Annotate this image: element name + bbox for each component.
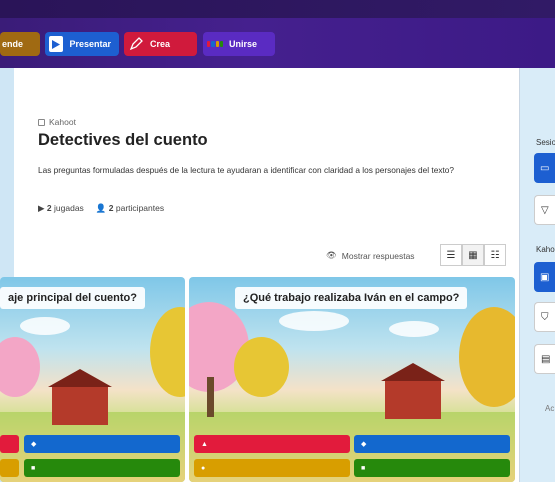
barn-roof-shape xyxy=(48,369,112,387)
aprende-button[interactable]: ende xyxy=(0,32,40,56)
plays-label: jugadas xyxy=(54,203,84,213)
grid-view-icon: ▦ xyxy=(468,249,478,261)
plays-count: 2 xyxy=(46,203,52,213)
answer-green: ■ xyxy=(24,459,180,477)
breadcrumb-label: Kahoot xyxy=(49,117,76,127)
answer-blue: ◆ xyxy=(354,435,510,453)
show-answers-toggle[interactable]: 👁 Mostrar respuestas xyxy=(326,250,415,261)
aprende-label: ende xyxy=(2,39,24,49)
barn-shape xyxy=(52,387,108,425)
pen-icon xyxy=(128,36,144,52)
plays-stat: ▶ 2 jugadas xyxy=(38,203,84,214)
question-text: ¿Qué trabajo realizaba Iván en el campo? xyxy=(235,287,468,309)
square-icon: ■ xyxy=(31,464,36,472)
answer-yellow: ● xyxy=(194,459,350,477)
cloud-shape xyxy=(20,317,70,335)
unirse-button[interactable]: Unirse xyxy=(203,32,275,56)
barn-roof-shape xyxy=(381,363,445,381)
square-icon: ■ xyxy=(361,464,366,472)
participant-icon: 👤 xyxy=(95,203,107,213)
grid-view-button[interactable]: ▦ xyxy=(462,244,484,266)
participants-label: participantes xyxy=(115,203,165,213)
screen-icon: ▭ xyxy=(540,162,550,174)
participants-count: 2 xyxy=(108,203,114,213)
cloud-shape xyxy=(389,321,439,337)
circle-icon: ● xyxy=(201,464,206,472)
document-icon: ▤ xyxy=(541,353,551,365)
sidebar-section-more: Ac xyxy=(545,404,555,413)
kahoot-icon xyxy=(38,118,45,126)
share-button[interactable]: ⛉ xyxy=(534,302,555,332)
answer-yellow xyxy=(0,459,19,477)
diamond-icon: ◆ xyxy=(361,441,367,448)
participants-stat: 👤 2 participantes xyxy=(96,203,164,214)
play-count-icon: ▶ xyxy=(38,203,45,213)
view-mode-switcher: ☰ ▦ ☷ xyxy=(440,244,506,266)
answer-red xyxy=(0,435,19,453)
answer-red: ▲ xyxy=(194,435,350,453)
question-card[interactable]: aje principal del cuento? ◆ ■ xyxy=(0,277,185,482)
triangle-icon: ▲ xyxy=(201,440,208,448)
list-view-button[interactable]: ☰ xyxy=(440,244,462,266)
kahoot-action-button[interactable]: ▣ xyxy=(534,262,555,292)
barn-shape xyxy=(385,381,441,419)
detail-view-button[interactable]: ☷ xyxy=(484,244,506,266)
detail-view-icon: ☷ xyxy=(490,249,500,261)
filter-icon: ▽ xyxy=(541,204,549,216)
breadcrumb[interactable]: Kahoot xyxy=(38,117,76,127)
kahoot-stats: ▶ 2 jugadas 👤 2 participantes xyxy=(38,203,164,214)
tree-trunk-shape xyxy=(207,377,214,417)
present-icon: ▣ xyxy=(540,271,550,283)
list-view-icon: ☰ xyxy=(446,249,456,261)
cloud-shape xyxy=(279,311,349,331)
question-text: aje principal del cuento? xyxy=(0,287,145,309)
answer-blue: ◆ xyxy=(24,435,180,453)
shield-icon: ⛉ xyxy=(541,311,549,323)
unirse-label: Unirse xyxy=(229,39,258,49)
document-button[interactable]: ▤ xyxy=(534,344,555,374)
show-answers-label: Mostrar respuestas xyxy=(341,250,415,261)
presentar-label: Presentar xyxy=(69,39,111,49)
question-card[interactable]: ¿Qué trabajo realizaba Iván en el campo?… xyxy=(189,277,515,482)
kahoot-description: Las preguntas formuladas después de la l… xyxy=(38,165,455,175)
eye-icon: 👁 xyxy=(326,250,337,260)
page-title: Detectives del cuento xyxy=(38,131,208,149)
start-session-button[interactable]: ▭ xyxy=(534,153,555,183)
sidebar-section-kahoot: Kaho xyxy=(536,245,555,254)
filter-button[interactable]: ▽ xyxy=(534,195,555,225)
kahoot-shapes-icon xyxy=(207,36,223,52)
tree-shape xyxy=(234,337,289,397)
crea-button[interactable]: Crea xyxy=(124,32,197,56)
crea-label: Crea xyxy=(150,39,171,49)
presentar-button[interactable]: Presentar xyxy=(45,32,119,56)
play-icon xyxy=(49,36,64,52)
diamond-icon: ◆ xyxy=(31,441,37,448)
sidebar-section-sessions: Sesio xyxy=(536,138,555,147)
answer-green: ■ xyxy=(354,459,510,477)
